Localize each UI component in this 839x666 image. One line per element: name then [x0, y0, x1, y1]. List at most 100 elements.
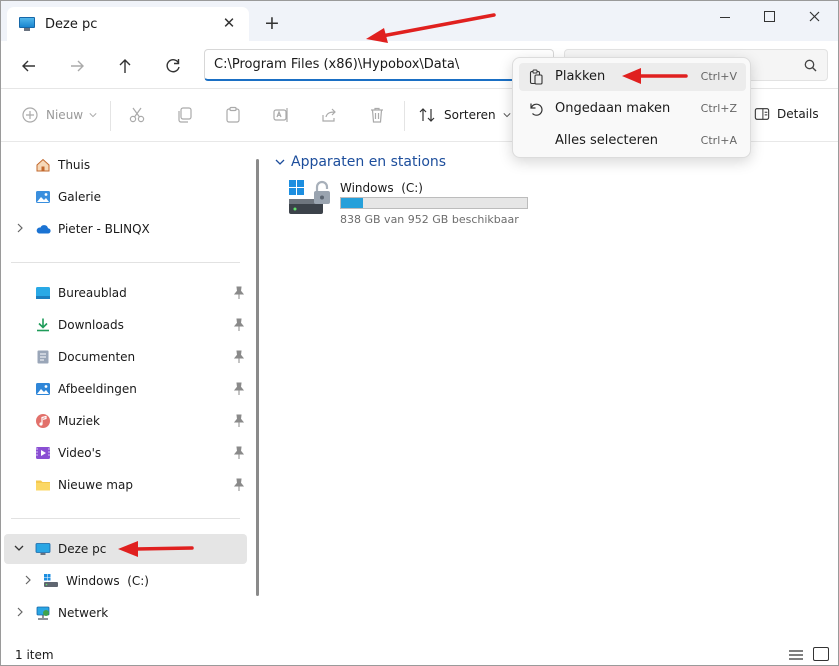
sidebar-item-gallery[interactable]: Galerie: [11, 182, 247, 212]
menu-item-undo[interactable]: Ongedaan maken Ctrl+Z: [519, 95, 746, 123]
toolbar-divider: [110, 101, 111, 131]
sidebar-item-network[interactable]: Netwerk: [11, 598, 247, 628]
delete-button[interactable]: [368, 106, 386, 124]
cut-button[interactable]: [128, 106, 146, 124]
onedrive-icon: [35, 221, 51, 237]
menu-item-label: Ongedaan maken: [555, 101, 671, 116]
sidebar-item-desktop[interactable]: Bureaublad: [11, 278, 247, 308]
sidebar-scrollbar[interactable]: [256, 159, 259, 596]
chevron-down-icon: [89, 113, 97, 118]
music-icon: [35, 413, 51, 429]
sidebar-item-label: Netwerk: [58, 606, 109, 620]
section-header-devices[interactable]: Apparaten en stations: [275, 154, 446, 170]
sidebar-item-this-pc[interactable]: Deze pc: [4, 534, 247, 564]
videos-icon: [35, 445, 51, 461]
sidebar-item-label: Thuis: [58, 158, 91, 172]
gallery-icon: [35, 189, 51, 205]
drive-icon: [43, 573, 59, 589]
sidebar-item-label: Nieuwe map: [58, 478, 133, 492]
sort-button[interactable]: Sorteren: [418, 106, 511, 124]
new-tab-button[interactable]: +: [263, 14, 281, 33]
details-pane-icon: [754, 108, 770, 120]
sidebar-item-new-folder[interactable]: Nieuwe map: [11, 470, 247, 500]
up-button[interactable]: [114, 55, 136, 77]
desktop-icon: [35, 285, 51, 301]
context-menu: Plakken Ctrl+V Ongedaan maken Ctrl+Z All…: [512, 57, 751, 158]
home-icon: [35, 157, 51, 173]
sidebar-item-onedrive[interactable]: Pieter - BLINQX: [11, 214, 247, 244]
sidebar-item-label: Video's: [58, 446, 102, 460]
sidebar-item-label: Galerie: [58, 190, 102, 204]
sidebar-item-pictures[interactable]: Afbeeldingen: [11, 374, 247, 404]
tiles-view-icon[interactable]: [813, 647, 829, 661]
maximize-button[interactable]: [757, 7, 781, 27]
undo-icon: [530, 103, 543, 116]
chevron-down-icon[interactable]: [14, 543, 24, 553]
this-pc-icon: [35, 541, 51, 557]
arrow-left-icon: [22, 60, 35, 72]
menu-item-shortcut: Ctrl+V: [700, 70, 737, 83]
new-button[interactable]: Nieuw: [21, 106, 97, 124]
details-button[interactable]: Details: [754, 106, 819, 122]
menu-item-shortcut: Ctrl+A: [700, 134, 737, 147]
pin-icon[interactable]: [233, 478, 245, 492]
chevron-right-icon[interactable]: [15, 607, 25, 617]
menu-item-shortcut: Ctrl+Z: [700, 102, 737, 115]
content-pane: Apparaten en stations Windows (C:) 838 G…: [265, 143, 838, 643]
close-window-button[interactable]: [802, 7, 826, 27]
sidebar-item-label: Muziek: [58, 414, 100, 428]
sidebar-item-downloads[interactable]: Downloads: [11, 310, 247, 340]
sidebar-divider: [11, 262, 240, 263]
section-title: Apparaten en stations: [291, 154, 447, 170]
chevron-right-icon[interactable]: [15, 223, 25, 233]
menu-item-paste[interactable]: Plakken Ctrl+V: [519, 63, 746, 91]
share-button[interactable]: [320, 106, 338, 124]
pin-icon[interactable]: [233, 318, 245, 332]
copy-icon: [178, 107, 192, 123]
chevron-right-icon[interactable]: [23, 575, 33, 585]
chevron-down-icon: [275, 159, 285, 165]
back-button[interactable]: [18, 55, 40, 77]
close-tab-button[interactable]: ✕: [221, 15, 237, 31]
downloads-icon: [35, 317, 51, 333]
trash-icon: [371, 107, 383, 123]
sidebar-item-videos[interactable]: Video's: [11, 438, 247, 468]
rename-button[interactable]: [272, 106, 290, 124]
sidebar-item-label: Documenten: [58, 350, 136, 364]
paste-button[interactable]: [224, 106, 242, 124]
list-view-icon[interactable]: [788, 649, 804, 661]
documents-icon: [35, 349, 51, 365]
chevron-down-icon: [503, 113, 511, 118]
pin-icon[interactable]: [233, 350, 245, 364]
share-icon: [322, 108, 336, 122]
copy-button[interactable]: [176, 106, 194, 124]
navigation-pane: Thuis Galerie Pieter - BLINQX Bureaublad: [1, 143, 263, 643]
sidebar-item-home[interactable]: Thuis: [11, 150, 247, 180]
refresh-button[interactable]: [162, 55, 184, 77]
sidebar-item-label: Downloads: [58, 318, 124, 332]
status-bar: 1 item: [1, 644, 838, 665]
menu-item-select-all[interactable]: Alles selecteren Ctrl+A: [519, 127, 746, 155]
menu-item-label: Alles selecteren: [555, 133, 658, 148]
forward-button[interactable]: [66, 55, 88, 77]
sidebar-item-windows-drive[interactable]: Windows (C:): [11, 566, 247, 596]
sidebar-item-music[interactable]: Muziek: [11, 406, 247, 436]
pin-icon[interactable]: [233, 382, 245, 396]
item-count: 1 item: [15, 648, 54, 662]
drive-icon: [289, 180, 330, 214]
menu-item-label: Plakken: [555, 69, 606, 84]
address-bar-input[interactable]: C:\Program Files (x86)\Hypobox\Data\: [204, 49, 554, 81]
title-bar: Deze pc ✕ +: [1, 1, 838, 41]
sidebar-item-label: Windows (C:): [66, 574, 149, 588]
this-pc-icon: [19, 17, 35, 31]
pin-icon[interactable]: [233, 286, 245, 300]
tab-deze-pc[interactable]: Deze pc ✕: [7, 7, 249, 41]
minimize-button[interactable]: [713, 7, 737, 27]
pin-icon[interactable]: [233, 446, 245, 460]
sidebar-item-label: Bureaublad: [58, 286, 127, 300]
sidebar-item-documents[interactable]: Documenten: [11, 342, 247, 372]
new-button-label: Nieuw: [46, 108, 84, 122]
pin-icon[interactable]: [233, 414, 245, 428]
drive-item-windows[interactable]: Windows (C:) 838 GB van 952 GB beschikba…: [287, 179, 537, 227]
network-icon: [35, 605, 51, 621]
